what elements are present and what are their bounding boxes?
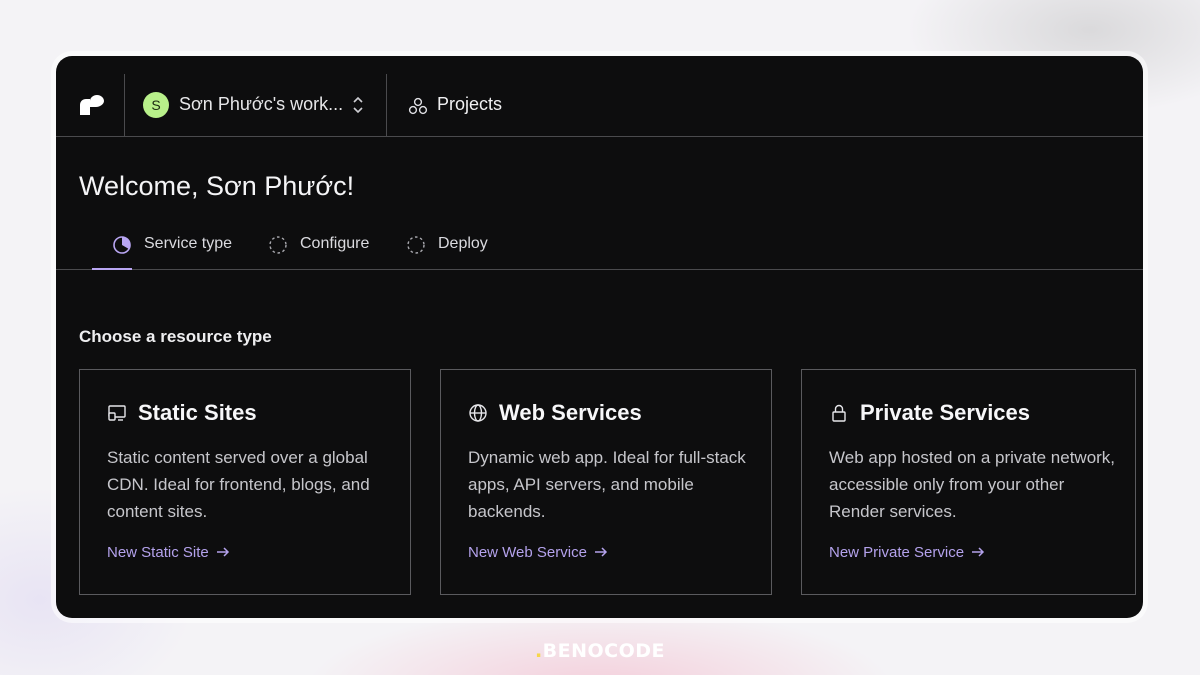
arrow-right-icon bbox=[594, 547, 607, 557]
benocode-watermark: .BENOCODE bbox=[0, 640, 1200, 662]
logo-cell[interactable] bbox=[56, 74, 125, 136]
brand-name: BENOCODE bbox=[542, 640, 666, 662]
web-services-card[interactable]: Web Services Dynamic web app. Ideal for … bbox=[440, 369, 772, 595]
brand-dot: . bbox=[534, 640, 543, 662]
lock-icon bbox=[832, 404, 846, 422]
top-nav: S Sơn Phước's work... Projects bbox=[56, 74, 1143, 137]
new-private-service-link[interactable]: New Private Service bbox=[829, 544, 986, 561]
card-description: Web app hosted on a private network, acc… bbox=[829, 448, 1116, 521]
card-title: Web Services bbox=[499, 400, 642, 425]
workspace-switcher[interactable]: S Sơn Phước's work... bbox=[124, 74, 387, 136]
projects-icon bbox=[408, 97, 428, 115]
app-window: S Sơn Phước's work... Projects Welcome, … bbox=[56, 56, 1143, 618]
link-label: New Static Site bbox=[107, 544, 209, 561]
step-label: Configure bbox=[300, 235, 370, 252]
step-label: Deploy bbox=[438, 235, 488, 252]
chevron-up-down-icon bbox=[353, 96, 363, 114]
step-tabs: Service type Configure Deploy bbox=[56, 226, 1143, 270]
new-static-site-link[interactable]: New Static Site bbox=[107, 544, 231, 561]
step-pending-icon bbox=[269, 236, 287, 254]
card-title: Private Services bbox=[860, 400, 1031, 425]
arrow-right-icon bbox=[972, 547, 985, 557]
card-title: Static Sites bbox=[138, 400, 257, 425]
arrow-right-icon bbox=[216, 547, 229, 557]
globe-icon bbox=[469, 404, 487, 422]
step-label: Service type bbox=[144, 235, 233, 252]
static-site-icon bbox=[108, 405, 126, 421]
page-title: Welcome, Sơn Phước! bbox=[79, 171, 355, 201]
new-web-service-link[interactable]: New Web Service bbox=[468, 544, 609, 561]
private-services-card[interactable]: Private Services Web app hosted on a pri… bbox=[801, 369, 1136, 595]
workspace-avatar: S bbox=[143, 92, 169, 118]
step-pending-icon bbox=[407, 236, 425, 254]
link-label: New Private Service bbox=[829, 544, 965, 561]
workspace-name: Sơn Phước's work... bbox=[179, 94, 344, 114]
projects-label: Projects bbox=[437, 94, 503, 114]
render-logo-icon[interactable] bbox=[80, 95, 104, 115]
section-title: Choose a resource type bbox=[79, 327, 272, 346]
static-sites-card[interactable]: Static Sites Static content served over … bbox=[79, 369, 411, 595]
link-label: New Web Service bbox=[468, 544, 587, 561]
step-progress-icon bbox=[113, 236, 131, 254]
card-description: Dynamic web app. Ideal for full-stack ap… bbox=[468, 448, 746, 521]
card-description: Static content served over a global CDN.… bbox=[107, 448, 370, 521]
